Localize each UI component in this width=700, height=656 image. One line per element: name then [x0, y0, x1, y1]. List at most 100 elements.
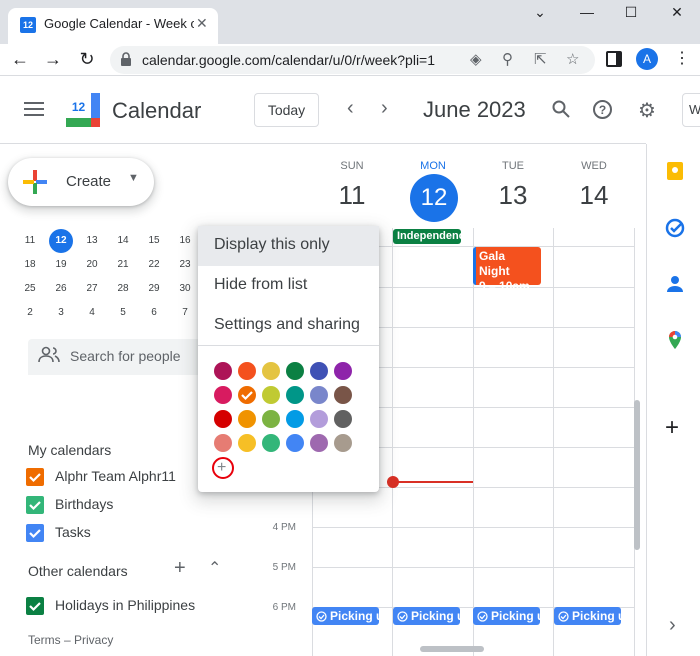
- bookmark-star-icon[interactable]: ☆: [566, 50, 579, 68]
- close-window-icon[interactable]: ✕: [662, 4, 692, 21]
- mini-calendar-day[interactable]: 3: [49, 301, 73, 325]
- color-swatch[interactable]: [214, 386, 232, 404]
- maximize-icon[interactable]: ☐: [616, 4, 646, 21]
- close-tab-icon[interactable]: ✕: [196, 15, 208, 32]
- back-icon[interactable]: ←: [8, 49, 32, 70]
- mini-calendar-day[interactable]: 22: [142, 253, 166, 277]
- minimize-icon[interactable]: —: [572, 4, 602, 20]
- mini-calendar-day[interactable]: 26: [49, 277, 73, 301]
- color-swatch[interactable]: [262, 362, 280, 380]
- color-swatch[interactable]: [286, 386, 304, 404]
- search-icon[interactable]: [551, 99, 571, 119]
- forward-icon[interactable]: →: [41, 49, 65, 70]
- contacts-icon[interactable]: [665, 274, 685, 294]
- color-swatch[interactable]: [286, 434, 304, 452]
- main-menu-icon[interactable]: [24, 102, 44, 116]
- calendar-checkbox-item[interactable]: Tasks: [26, 522, 246, 544]
- share-icon[interactable]: ⇱: [534, 50, 547, 68]
- mini-calendar-day[interactable]: 25: [18, 277, 42, 301]
- color-swatch[interactable]: [310, 386, 328, 404]
- mini-calendar-day[interactable]: 27: [80, 277, 104, 301]
- color-swatch[interactable]: [238, 434, 256, 452]
- maps-icon[interactable]: [665, 330, 685, 350]
- color-swatch[interactable]: [310, 410, 328, 428]
- mini-calendar-day[interactable]: 11: [18, 229, 42, 253]
- mini-calendar-day[interactable]: 23: [173, 253, 197, 277]
- mini-calendar-day[interactable]: 2: [18, 301, 42, 325]
- footer-links[interactable]: Terms – Privacy: [28, 633, 113, 647]
- address-bar[interactable]: calendar.google.com/calendar/u/0/r/week?…: [110, 46, 595, 74]
- color-swatch[interactable]: [238, 410, 256, 428]
- all-day-event[interactable]: Independence Day: [393, 229, 461, 244]
- add-calendar-icon[interactable]: +: [174, 557, 186, 580]
- create-button[interactable]: Create ▼: [8, 158, 154, 206]
- color-swatch[interactable]: [334, 434, 352, 452]
- mini-calendar-today[interactable]: 12: [49, 229, 73, 253]
- color-swatch-selected[interactable]: [238, 386, 256, 404]
- mini-calendar-day[interactable]: 18: [18, 253, 42, 277]
- mini-calendar-day[interactable]: 6: [142, 301, 166, 325]
- checkbox-checked-icon[interactable]: [26, 496, 44, 514]
- menu-settings-and-sharing[interactable]: Settings and sharing: [198, 306, 379, 346]
- mini-calendar-day[interactable]: 15: [142, 229, 166, 253]
- color-swatch[interactable]: [286, 410, 304, 428]
- mini-calendar-day[interactable]: 4: [80, 301, 104, 325]
- calendar-event[interactable]: Gala Night 9 – 10am: [473, 247, 541, 293]
- day-number[interactable]: 14: [554, 180, 634, 211]
- color-swatch[interactable]: [310, 434, 328, 452]
- today-button[interactable]: Today: [254, 93, 319, 127]
- menu-display-this-only[interactable]: Display this only: [198, 226, 379, 266]
- zoom-icon[interactable]: ⚲: [502, 50, 513, 68]
- calendar-checkbox-item[interactable]: Birthdays: [26, 494, 246, 516]
- calendar-checkbox-item[interactable]: Holidays in Philippines: [26, 595, 246, 617]
- mini-calendar-day[interactable]: 16: [173, 229, 197, 253]
- vertical-scrollbar[interactable]: [634, 400, 640, 550]
- task-chip[interactable]: Picking up: [312, 607, 379, 625]
- collapse-chevron-up-icon[interactable]: ⌃: [208, 558, 221, 578]
- mini-calendar-day[interactable]: 29: [142, 277, 166, 301]
- view-site-info-icon[interactable]: ◈: [470, 50, 482, 68]
- mini-calendar-day[interactable]: 7: [173, 301, 197, 325]
- today-date-circle[interactable]: 12: [410, 174, 458, 222]
- tasks-icon[interactable]: [665, 218, 685, 238]
- more-menu-icon[interactable]: ⋮: [674, 48, 690, 68]
- task-chip[interactable]: Picking up: [554, 607, 621, 625]
- profile-avatar[interactable]: A: [636, 48, 658, 70]
- color-swatch[interactable]: [262, 410, 280, 428]
- color-swatch[interactable]: [262, 386, 280, 404]
- checkbox-checked-icon[interactable]: [26, 597, 44, 615]
- color-swatch[interactable]: [334, 410, 352, 428]
- next-week-icon[interactable]: ›: [381, 97, 388, 120]
- color-swatch[interactable]: [286, 362, 304, 380]
- settings-gear-icon[interactable]: ⚙: [638, 98, 656, 123]
- color-swatch[interactable]: [334, 362, 352, 380]
- day-number[interactable]: 13: [473, 180, 553, 211]
- get-add-ons-icon[interactable]: +: [665, 414, 679, 442]
- color-swatch[interactable]: [262, 434, 280, 452]
- expand-panel-icon[interactable]: ›: [669, 614, 676, 637]
- help-icon[interactable]: ?: [592, 99, 613, 120]
- color-swatch[interactable]: [238, 362, 256, 380]
- day-number[interactable]: 11: [312, 180, 392, 211]
- view-switcher-button[interactable]: W: [682, 93, 700, 127]
- mini-calendar-day[interactable]: 19: [49, 253, 73, 277]
- color-swatch[interactable]: [310, 362, 328, 380]
- task-chip[interactable]: Picking up: [393, 607, 460, 625]
- reload-icon[interactable]: ↻: [75, 49, 99, 70]
- mini-calendar-day[interactable]: 30: [173, 277, 197, 301]
- mini-calendar-day[interactable]: 5: [111, 301, 135, 325]
- keep-icon[interactable]: [665, 161, 685, 181]
- color-swatch[interactable]: [214, 434, 232, 452]
- chevron-down-icon[interactable]: ⌄: [525, 4, 555, 21]
- checkbox-checked-icon[interactable]: [26, 524, 44, 542]
- search-people-input[interactable]: Search for people: [28, 339, 210, 375]
- mini-calendar-day[interactable]: 21: [111, 253, 135, 277]
- previous-week-icon[interactable]: ‹: [347, 97, 354, 120]
- task-chip[interactable]: Picking up: [473, 607, 540, 625]
- side-panel-icon[interactable]: [606, 51, 622, 67]
- color-swatch[interactable]: [214, 362, 232, 380]
- mini-calendar-day[interactable]: 20: [80, 253, 104, 277]
- browser-tab[interactable]: 12 Google Calendar - Week of ✕: [8, 8, 218, 44]
- color-swatch[interactable]: [334, 386, 352, 404]
- color-swatch[interactable]: [214, 410, 232, 428]
